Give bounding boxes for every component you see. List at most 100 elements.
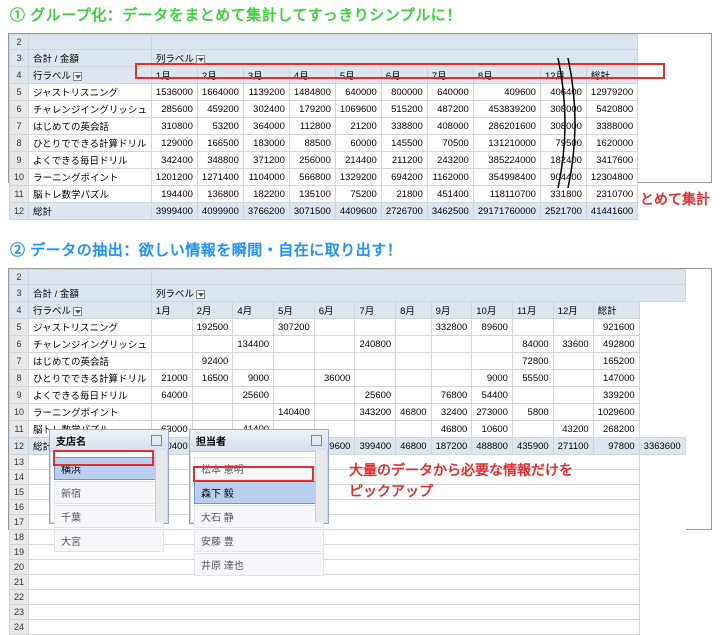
data-cell[interactable]	[355, 370, 396, 387]
data-cell[interactable]: 79500	[540, 135, 586, 152]
data-cell[interactable]: 331800	[540, 186, 586, 203]
data-cell[interactable]	[192, 387, 233, 404]
data-cell[interactable]: 53200	[197, 118, 243, 135]
slicer-item[interactable]: 大石 静	[194, 505, 324, 528]
data-cell[interactable]: 60000	[335, 135, 381, 152]
data-cell[interactable]	[396, 336, 431, 353]
month-header[interactable]: 6月	[381, 67, 427, 84]
data-cell[interactable]: 43200	[553, 421, 593, 438]
data-cell[interactable]	[472, 336, 513, 353]
data-cell[interactable]: 1139200	[243, 84, 289, 101]
data-cell[interactable]: 339200	[593, 387, 639, 404]
data-cell[interactable]: 1069600	[335, 101, 381, 118]
clear-filter-icon[interactable]	[151, 435, 162, 446]
data-cell[interactable]: 364000	[243, 118, 289, 135]
data-cell[interactable]: 88500	[289, 135, 335, 152]
data-cell[interactable]	[192, 404, 233, 421]
slicer-item[interactable]: 安藤 豊	[194, 529, 324, 552]
data-cell[interactable]	[274, 370, 315, 387]
data-cell[interactable]	[274, 353, 315, 370]
data-cell[interactable]: 54400	[472, 387, 513, 404]
data-cell[interactable]: 179200	[289, 101, 335, 118]
data-cell[interactable]: 32400	[431, 404, 472, 421]
month-header[interactable]: 8月	[473, 67, 540, 84]
data-cell[interactable]	[314, 404, 355, 421]
data-cell[interactable]: 640000	[335, 84, 381, 101]
data-cell[interactable]	[553, 370, 593, 387]
data-cell[interactable]	[396, 387, 431, 404]
data-cell[interactable]	[431, 353, 472, 370]
data-cell[interactable]: 46800	[396, 404, 431, 421]
data-cell[interactable]: 194400	[151, 186, 197, 203]
data-cell[interactable]	[396, 421, 431, 438]
data-cell[interactable]: 285600	[151, 101, 197, 118]
data-cell[interactable]: 25600	[233, 387, 274, 404]
data-cell[interactable]: 487200	[427, 101, 473, 118]
empty-cell[interactable]	[29, 605, 640, 620]
data-cell[interactable]	[512, 421, 553, 438]
data-cell[interactable]: 21200	[335, 118, 381, 135]
data-cell[interactable]: 33600	[553, 336, 593, 353]
row-labels-cell[interactable]: 行ラベル	[29, 67, 152, 84]
month-header[interactable]: 3月	[243, 67, 289, 84]
slicer-title-bar[interactable]: 担当者	[190, 430, 328, 452]
data-cell[interactable]: 131210000	[473, 135, 540, 152]
data-cell[interactable]: 904400	[540, 169, 586, 186]
row-label[interactable]: よくできる毎日ドリル	[29, 387, 152, 404]
data-cell[interactable]: 36000	[314, 370, 355, 387]
data-cell[interactable]: 1162000	[427, 169, 473, 186]
data-cell[interactable]: 182400	[540, 152, 586, 169]
data-cell[interactable]: 84000	[512, 336, 553, 353]
row-label[interactable]: ジャストリスニング	[29, 319, 152, 336]
month-header[interactable]: 12月	[540, 67, 586, 84]
data-cell[interactable]	[274, 336, 315, 353]
data-cell[interactable]: 409600	[473, 84, 540, 101]
data-cell[interactable]: 800000	[381, 84, 427, 101]
data-cell[interactable]: 129000	[151, 135, 197, 152]
data-cell[interactable]	[314, 387, 355, 404]
data-cell[interactable]: 140400	[274, 404, 315, 421]
data-cell[interactable]: 55500	[512, 370, 553, 387]
data-cell[interactable]: 273000	[472, 404, 513, 421]
slicer-title-bar[interactable]: 支店名	[50, 430, 168, 452]
empty-cell[interactable]	[29, 575, 640, 590]
row-label[interactable]: チャレンジイングリッシュ	[29, 101, 152, 118]
month-header[interactable]: 2月	[197, 67, 243, 84]
data-cell[interactable]: 566800	[289, 169, 335, 186]
data-cell[interactable]: 72800	[512, 353, 553, 370]
clear-filter-icon[interactable]	[311, 435, 322, 446]
data-cell[interactable]	[233, 319, 274, 336]
data-cell[interactable]	[314, 319, 355, 336]
month-header[interactable]: 総計	[593, 302, 639, 319]
month-header[interactable]: 7月	[427, 67, 473, 84]
data-cell[interactable]: 308000	[540, 101, 586, 118]
data-cell[interactable]: 307200	[274, 319, 315, 336]
data-cell[interactable]: 112800	[289, 118, 335, 135]
data-cell[interactable]: 165200	[593, 353, 639, 370]
data-cell[interactable]: 348800	[197, 152, 243, 169]
data-cell[interactable]: 46800	[431, 421, 472, 438]
data-cell[interactable]: 268200	[593, 421, 639, 438]
data-cell[interactable]: 1029600	[593, 404, 639, 421]
data-cell[interactable]: 1536000	[151, 84, 197, 101]
empty-cell[interactable]	[29, 590, 640, 605]
data-cell[interactable]: 76800	[431, 387, 472, 404]
data-cell[interactable]: 16500	[192, 370, 233, 387]
month-header[interactable]: 11月	[512, 302, 553, 319]
data-cell[interactable]: 12304800	[586, 169, 637, 186]
data-cell[interactable]: 921600	[593, 319, 639, 336]
data-cell[interactable]	[274, 387, 315, 404]
col-labels-cell[interactable]: 列ラベル	[151, 285, 685, 302]
slicer-item[interactable]: 千葉	[54, 505, 164, 528]
month-header[interactable]: 9月	[431, 302, 472, 319]
data-cell[interactable]: 286201600	[473, 118, 540, 135]
data-cell[interactable]	[233, 404, 274, 421]
row-label[interactable]: ラーニングポイント	[29, 404, 152, 421]
data-cell[interactable]: 192500	[192, 319, 233, 336]
data-cell[interactable]	[553, 353, 593, 370]
data-cell[interactable]: 492800	[593, 336, 639, 353]
data-cell[interactable]: 515200	[381, 101, 427, 118]
data-cell[interactable]: 3388000	[586, 118, 637, 135]
row-label[interactable]: よくできる毎日ドリル	[29, 152, 152, 169]
data-cell[interactable]: 453839200	[473, 101, 540, 118]
